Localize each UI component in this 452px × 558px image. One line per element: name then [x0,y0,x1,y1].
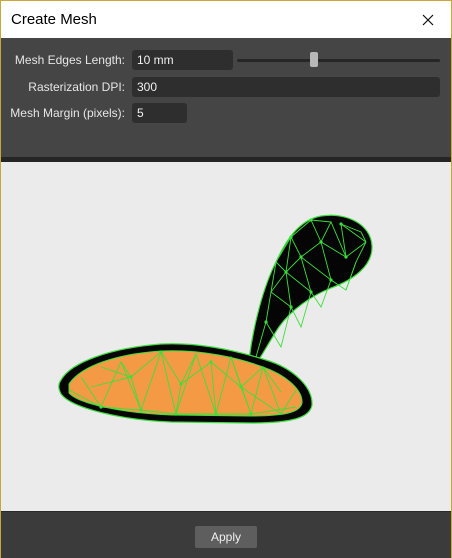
title-bar: Create Mesh [1,1,451,38]
rasterization-dpi-row: Rasterization DPI: 300 [1,77,451,97]
window-title: Create Mesh [11,11,97,28]
mesh-edges-label: Mesh Edges Length: [14,53,125,67]
rasterization-dpi-label: Rasterization DPI: [28,80,125,94]
mesh-edges-input[interactable]: 10 mm [132,50,233,70]
apply-button[interactable]: Apply [195,526,257,548]
mesh-margin-input[interactable]: 5 [132,103,187,123]
mesh-preview-canvas[interactable] [1,162,451,511]
mesh-edges-row: Mesh Edges Length: 10 mm [1,50,451,70]
dialog-footer: Apply [1,511,451,558]
mesh-margin-label: Mesh Margin (pixels): [10,106,125,120]
create-mesh-dialog: Create Mesh Mesh Edges Length: 10 mm Ras… [0,0,452,558]
mesh-edges-slider-thumb[interactable] [310,52,319,67]
mesh-edges-slider[interactable] [237,59,440,62]
close-button[interactable] [405,1,451,38]
mesh-margin-row: Mesh Margin (pixels): 5 [1,103,451,123]
mesh-preview [58,214,373,424]
rasterization-dpi-input[interactable]: 300 [132,77,440,97]
mesh-settings-panel: Mesh Edges Length: 10 mm Rasterization D… [1,38,451,157]
close-icon [422,14,434,25]
